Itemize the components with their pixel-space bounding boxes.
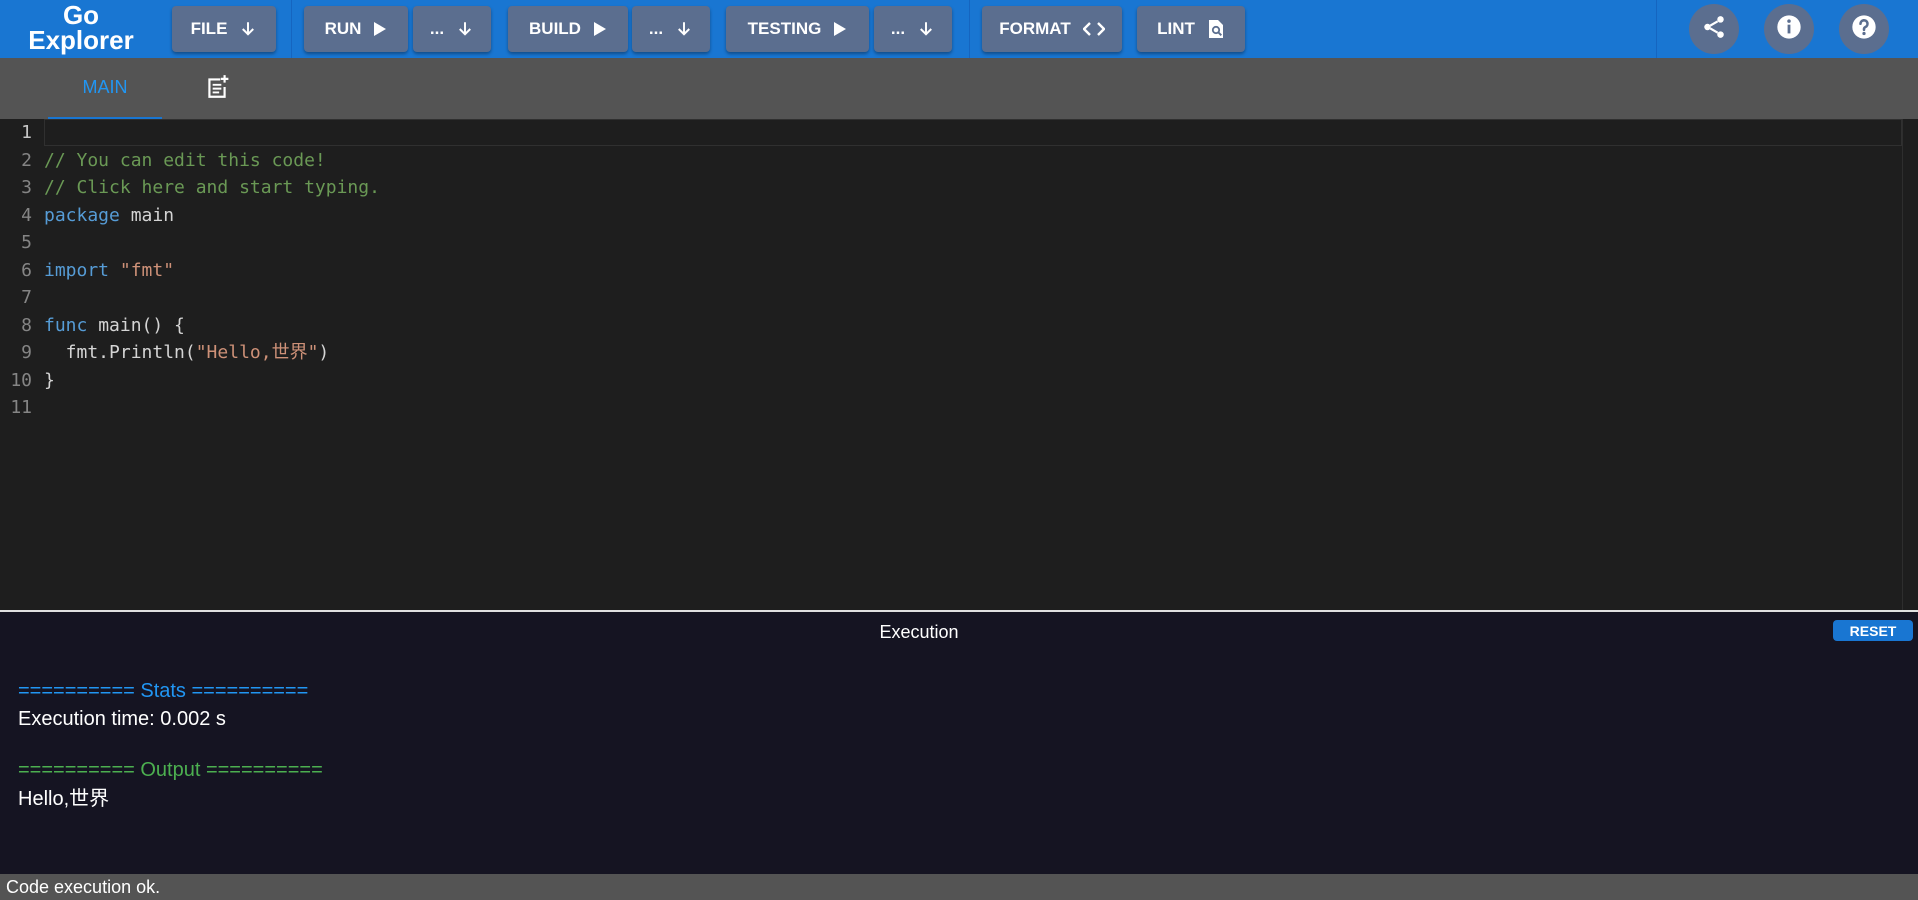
line-number: 9 xyxy=(21,342,32,363)
code-line[interactable]: func main() { xyxy=(44,312,185,339)
line-number: 8 xyxy=(21,314,32,336)
logo-line-2: Explorer xyxy=(28,25,134,55)
app-logo: Go Explorer xyxy=(22,0,140,58)
toolbar-separator xyxy=(1656,0,1657,58)
status-bar: Code execution ok. xyxy=(0,874,1918,900)
code-brackets-icon xyxy=(1082,21,1105,37)
code-editor[interactable]: 1 2 3 4 5 6 7 8 9 10 11 // You can edit … xyxy=(0,119,1918,610)
arrow-down-icon xyxy=(917,20,935,38)
arrow-down-icon xyxy=(456,20,474,38)
toolbar-separator xyxy=(291,0,292,58)
run-options-label: ... xyxy=(429,19,445,38)
output-header: ========== Output ========== xyxy=(18,759,323,781)
code-keyword: import xyxy=(44,259,110,281)
play-icon xyxy=(373,21,387,37)
play-icon xyxy=(593,21,607,37)
toolbar-separator xyxy=(969,0,970,58)
format-button-label: FORMAT xyxy=(999,19,1071,38)
file-button-label: FILE xyxy=(190,19,228,38)
share-button[interactable] xyxy=(1689,4,1739,54)
run-button-label: RUN xyxy=(324,19,362,38)
execution-panel: Execution RESET ========== Stats =======… xyxy=(0,612,1918,874)
testing-options-button[interactable]: ... xyxy=(874,6,952,52)
run-button[interactable]: RUN xyxy=(304,6,408,52)
line-number: 4 xyxy=(21,204,32,226)
share-icon xyxy=(1701,14,1727,45)
stats-header: ========== Stats ========== xyxy=(18,680,309,702)
format-button[interactable]: FORMAT xyxy=(982,6,1122,52)
code-string: "Hello,世界" xyxy=(195,342,319,363)
code-line[interactable]: fmt.Println("Hello,世界") xyxy=(44,339,330,366)
code-line[interactable]: import "fmt" xyxy=(44,257,174,284)
line-number: 11 xyxy=(10,397,32,418)
line-number: 2 xyxy=(21,149,32,171)
code-comment: // Click here and start typing. xyxy=(44,177,380,198)
code-line[interactable]: package main xyxy=(44,202,174,229)
code-text: main xyxy=(119,204,175,226)
code-text: } xyxy=(44,369,55,391)
line-number: 3 xyxy=(21,177,32,198)
info-icon xyxy=(1775,13,1803,46)
line-number: 7 xyxy=(21,287,32,308)
new-file-button[interactable] xyxy=(200,72,234,106)
line-number: 10 xyxy=(10,369,32,391)
panel-title: Execution xyxy=(879,622,959,642)
code-string: "fmt" xyxy=(119,259,175,281)
code-line-current[interactable] xyxy=(44,119,1902,146)
line-number: 1 xyxy=(21,122,32,143)
line-number: 5 xyxy=(21,232,32,253)
testing-button-label: TESTING xyxy=(747,19,822,38)
line-number: 6 xyxy=(21,259,32,281)
help-button[interactable] xyxy=(1839,4,1889,54)
note-add-icon xyxy=(204,74,230,105)
find-in-page-icon xyxy=(1207,19,1225,39)
build-button[interactable]: BUILD xyxy=(508,6,628,52)
toolbar: Go Explorer FILE RUN ... BUILD ... TESTI… xyxy=(0,0,1918,58)
code-text: ) xyxy=(318,342,330,363)
editor-scrollbar[interactable] xyxy=(1902,119,1918,610)
code-line[interactable]: // Click here and start typing. xyxy=(44,174,380,201)
lint-button-label: LINT xyxy=(1157,19,1195,38)
file-tabs: MAIN xyxy=(0,58,1918,119)
arrow-down-icon xyxy=(239,20,257,38)
line-number-gutter: 1 2 3 4 5 6 7 8 9 10 11 xyxy=(0,119,44,610)
program-output: Hello,世界 xyxy=(18,788,110,810)
code-comment: // You can edit this code! xyxy=(44,149,326,171)
code-line[interactable]: // You can edit this code! xyxy=(44,147,326,174)
code-keyword: package xyxy=(44,204,120,226)
code-line[interactable]: } xyxy=(44,367,55,394)
lint-button[interactable]: LINT xyxy=(1137,6,1245,52)
code-text: main() { xyxy=(87,314,185,336)
testing-button[interactable]: TESTING xyxy=(726,6,869,52)
arrow-down-icon xyxy=(675,20,693,38)
help-icon xyxy=(1850,13,1878,46)
reset-button[interactable]: RESET xyxy=(1833,620,1913,641)
execution-time: Execution time: 0.002 s xyxy=(18,708,226,730)
code-area[interactable]: // You can edit this code! // Click here… xyxy=(44,119,1902,610)
build-options-button[interactable]: ... xyxy=(632,6,710,52)
run-options-button[interactable]: ... xyxy=(413,6,491,52)
tab-main[interactable]: MAIN xyxy=(48,58,162,119)
info-button[interactable] xyxy=(1764,4,1814,54)
code-keyword: func xyxy=(44,314,88,336)
testing-options-label: ... xyxy=(890,19,906,38)
code-text: fmt.Println( xyxy=(44,342,196,363)
build-button-label: BUILD xyxy=(529,19,581,38)
build-options-label: ... xyxy=(648,19,664,38)
file-button[interactable]: FILE xyxy=(172,6,276,52)
play-icon xyxy=(833,21,847,37)
